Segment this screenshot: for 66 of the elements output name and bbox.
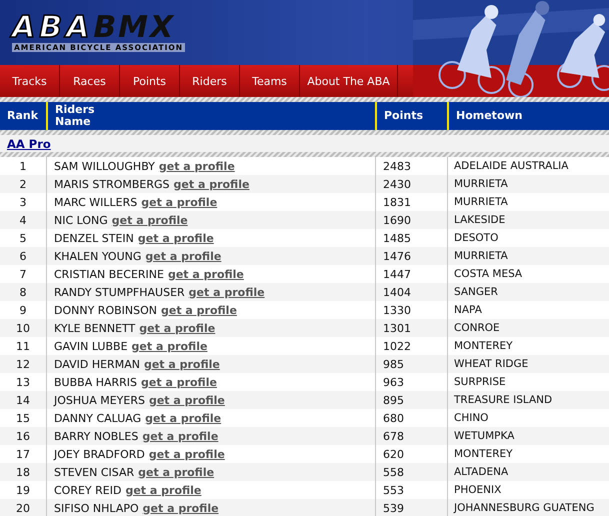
rank-cell-text: 11 [15,338,31,354]
profile-link[interactable]: get a profile [138,466,214,478]
rider-name: STEVEN CISAR [54,466,134,478]
rank-cell-text: 9 [18,302,28,318]
profile-link[interactable]: get a profile [141,376,217,388]
profile-link[interactable]: get a profile [132,340,208,352]
profile-link[interactable]: get a profile [112,214,188,226]
rank-cell-text: 20 [15,500,31,516]
profile-link[interactable]: get a profile [139,322,216,334]
rider-name: MARC WILLERS [54,196,138,208]
profile-link[interactable]: get a profile [144,358,220,370]
rank-cell-text: 18 [15,464,31,480]
rank-cell-text: 16 [15,428,31,444]
rider-name: SIFISO NHLAPO [54,502,139,514]
profile-link[interactable]: get a profile [142,430,218,442]
rider-name: SAM WILLOUGHBY [54,160,155,172]
rank-cell-text: 15 [15,410,31,426]
rider-name: CRISTIAN BECERINE [54,268,164,280]
profile-link[interactable]: get a profile [148,448,225,460]
profile-link[interactable]: get a profile [142,502,219,514]
rank-cell-text: 4 [18,212,28,228]
rider-name: DENZEL STEIN [54,232,134,244]
rider-name: MARIS STROMBERGS [54,178,170,190]
rider-name: JOSHUA MEYERS [54,394,145,406]
rider-name: DANNY CALUAG [54,412,142,424]
profile-link[interactable]: get a profile [188,286,265,298]
profile-link[interactable]: get a profile [161,304,237,316]
profile-link[interactable]: get a profile [158,160,235,172]
hometown-cell: JOHANNESBURG GUATENG [447,499,609,516]
rank-cell-text: 5 [18,230,28,246]
rider-name: COREY REID [54,484,122,496]
logo-mark: ABA [12,13,94,43]
rider-name: DAVID HERMAN [54,358,140,370]
rank-cell-text: 17 [15,446,31,462]
profile-link[interactable]: get a profile [145,412,222,424]
rank-cell-text: 13 [15,374,31,390]
rider-name: RANDY STUMPFHAUSER [54,286,185,298]
points-cell: 539 [375,499,447,516]
rider-name: KYLE BENNETT [54,322,136,334]
rider-name: JOEY BRADFORD [54,448,145,460]
rank-cell-text: 10 [15,320,31,336]
rider-name: BUBBA HARRIS [54,376,138,388]
rank-cell-text: 1 [18,158,28,174]
rider-name: BARRY NOBLES [54,430,138,442]
rank-cell-text: 12 [15,356,31,372]
profile-link[interactable]: get a profile [138,232,214,244]
rank-cell-text: 6 [18,248,28,264]
profile-link[interactable]: get a profile [148,394,225,406]
rider-name: GAVIN LUBBE [54,340,128,352]
rider-name: KHALEN YOUNG [54,250,142,262]
profile-link[interactable]: get a profile [125,484,202,496]
logo-brand: BMX [93,13,176,43]
group-link[interactable]: AA Pro [7,136,51,150]
profile-link[interactable]: get a profile [168,268,244,280]
rank-cell-text: 19 [15,482,31,498]
rank-cell-text: 2 [18,176,28,192]
profile-link[interactable]: get a profile [174,178,250,190]
rank-cell-text: 7 [18,266,28,282]
column-header: Rank [6,108,40,124]
rank-cell-text: 3 [18,194,28,210]
rank-cell-text: 8 [18,284,28,300]
rank-cell-text: 14 [15,392,31,408]
rider-name: NIC LONG [54,214,108,226]
profile-link[interactable]: get a profile [145,250,222,262]
profile-link[interactable]: get a profile [141,196,218,208]
rider-name: DONNY ROBINSON [54,304,157,316]
